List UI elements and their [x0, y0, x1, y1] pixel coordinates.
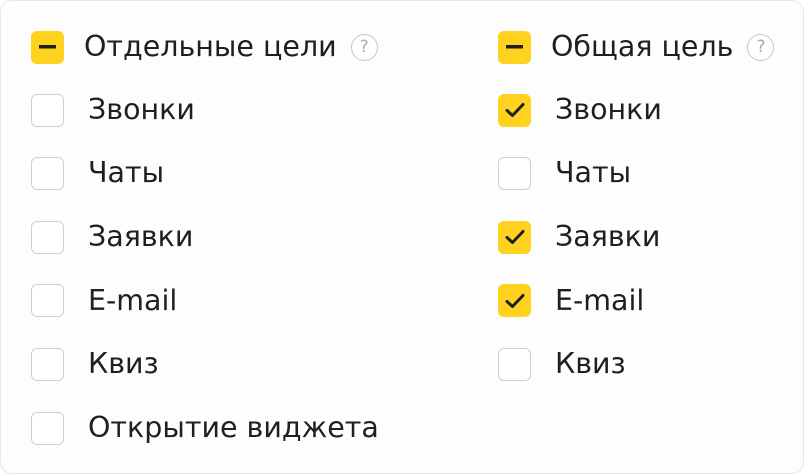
separate-goals-header[interactable]: Отдельные цели ? — [31, 28, 379, 66]
checkbox-item[interactable]: Открытие виджета — [31, 410, 379, 447]
common-goal-checkbox[interactable] — [498, 30, 531, 64]
checkbox-item[interactable]: E-mail — [498, 282, 774, 319]
checkbox-label: Квиз — [555, 347, 626, 381]
checkbox-item[interactable]: Заявки — [498, 219, 774, 256]
checkbox-label: Чаты — [88, 156, 165, 190]
checkbox-item[interactable]: Звонки — [31, 92, 379, 129]
checkbox-label: E-mail — [88, 283, 178, 317]
checkbox-label: Звонки — [88, 92, 195, 126]
checkbox-item[interactable]: Чаты — [31, 155, 379, 192]
common-goal-header[interactable]: Общая цель ? — [498, 28, 775, 66]
checkbox-label: Чаты — [555, 156, 632, 190]
checkbox-item[interactable]: Квиз — [31, 346, 379, 383]
checkmark-icon — [505, 293, 524, 308]
common-goal-label: Общая цель — [551, 29, 734, 63]
checkbox[interactable] — [31, 157, 64, 191]
minus-icon — [39, 45, 56, 49]
goals-panel: Отдельные цели ? Звонки Чаты Заявки E-ma… — [0, 0, 804, 474]
checkbox-label: Заявки — [88, 220, 194, 254]
checkbox[interactable] — [31, 411, 64, 445]
separate-goals-label: Отдельные цели — [84, 29, 337, 63]
checkbox-label: Заявки — [555, 220, 661, 254]
checkbox[interactable] — [31, 284, 64, 318]
checkbox-item[interactable]: Заявки — [31, 219, 379, 256]
checkmark-icon — [505, 103, 524, 118]
checkbox[interactable] — [31, 347, 64, 381]
common-goal-group: Общая цель ? Звонки Чаты Заявки E-mail К… — [498, 28, 775, 410]
checkbox-label: E-mail — [555, 283, 645, 317]
checkbox[interactable] — [498, 220, 531, 254]
checkmark-icon — [505, 230, 524, 245]
checkbox-item[interactable]: Чаты — [498, 155, 774, 192]
checkbox[interactable] — [31, 93, 64, 127]
checkbox[interactable] — [498, 347, 531, 381]
checkbox[interactable] — [498, 93, 531, 127]
separate-goals-checkbox[interactable] — [31, 30, 64, 64]
checkbox-item[interactable]: E-mail — [31, 282, 379, 319]
checkbox-item[interactable]: Звонки — [498, 92, 774, 129]
checkbox[interactable] — [31, 220, 64, 254]
help-icon[interactable]: ? — [350, 33, 378, 61]
checkbox-label: Звонки — [555, 92, 662, 126]
checkbox-item[interactable]: Квиз — [498, 346, 774, 383]
help-icon[interactable]: ? — [747, 33, 775, 61]
checkbox-label: Открытие виджета — [88, 410, 379, 444]
checkbox[interactable] — [498, 157, 531, 191]
checkbox[interactable] — [498, 284, 531, 318]
separate-goals-group: Отдельные цели ? Звонки Чаты Заявки E-ma… — [31, 28, 379, 473]
minus-icon — [506, 45, 523, 49]
checkbox-label: Квиз — [88, 347, 159, 381]
